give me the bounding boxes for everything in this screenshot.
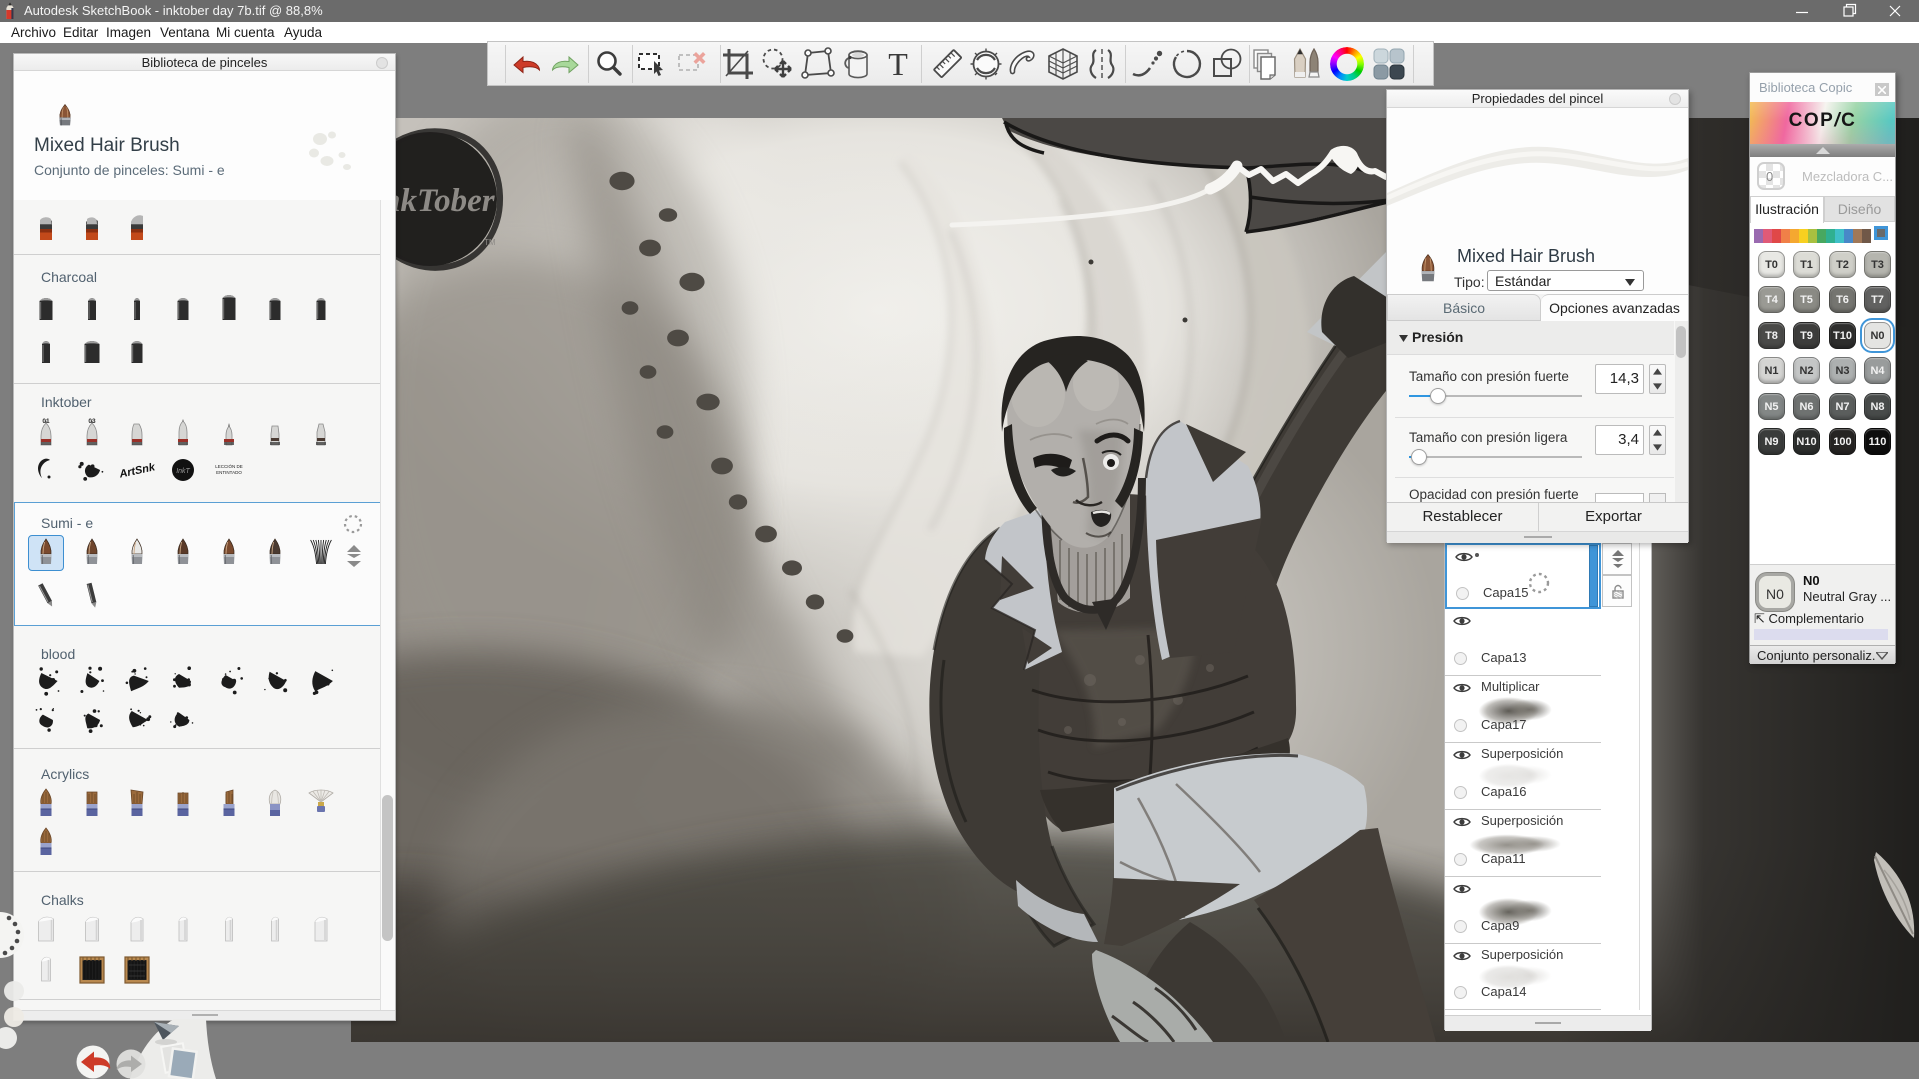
- svg-text:LECCIÓN DE: LECCIÓN DE: [215, 463, 243, 469]
- svg-text:ArtSnk: ArtSnk: [119, 461, 155, 481]
- svg-text:InkT: InkT: [176, 468, 190, 475]
- svg-text:ENTINTADO: ENTINTADO: [216, 470, 242, 475]
- svg-text:TM: TM: [484, 238, 496, 247]
- svg-text:T: T: [888, 46, 908, 82]
